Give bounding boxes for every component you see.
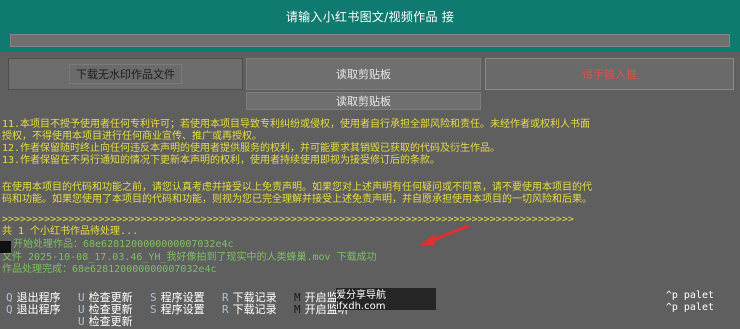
disclaimer-line: 在使用本项目的代码和功能之前，请您认真考虑并接受以上免责声明。如果您对上述声明有… bbox=[2, 182, 592, 193]
manual-input-button[interactable]: 请手输入框 bbox=[485, 58, 734, 90]
url-input[interactable] bbox=[10, 34, 730, 47]
url-prompt-label: 请输入小红书图文/视频作品 接 bbox=[285, 10, 455, 24]
disclaimer-line: 12.作者保留随时终止向任何违反本声明的使用者提供服务的权利，并可能要求其销毁已… bbox=[2, 143, 501, 154]
console-output: 11.本项目不授予使用者任何专利许可；若使用本项目导致专利纠纷或侵权，使用者自行… bbox=[0, 113, 740, 283]
log-line: 作品处理完成：68e628120000000007032e4c bbox=[2, 264, 217, 275]
palette-hint[interactable]: ^p palet bbox=[666, 302, 714, 313]
shortcut-label: 检查更新 bbox=[88, 315, 133, 328]
shortcut-label: 程序设置 bbox=[160, 303, 205, 316]
disclaimer-line: 13.作者保留在不另行通知的情况下更新本声明的权利，使用者持续使用即视为接受修订… bbox=[2, 155, 441, 166]
shortcut-key: U bbox=[78, 315, 85, 328]
shortcut-quit[interactable]: Q 退出程序 bbox=[6, 301, 61, 317]
shortcut-key: M bbox=[294, 303, 301, 316]
log-line: 共 1 个小红书作品待处理... bbox=[2, 226, 139, 237]
shortcut-settings[interactable]: S 程序设置 bbox=[150, 301, 205, 317]
shortcut-key: R bbox=[222, 303, 229, 316]
separator-line: >>>>>>>>>>>>>>>>>>>>>>>>>>>>>>>>>>>>>>>>… bbox=[2, 214, 574, 225]
palette-hint[interactable]: ^p palet bbox=[666, 290, 714, 301]
terminal-cursor-icon bbox=[0, 241, 11, 253]
shortcut-key: Q bbox=[6, 303, 13, 316]
disclaimer-line: 11.本项目不授予使用者任何专利许可；若使用本项目导致专利纠纷或侵权，使用者自行… bbox=[2, 119, 591, 130]
log-line: 开始处理作品：68e6281200000000007032e4c bbox=[13, 239, 234, 250]
shortcut-label: 下载记录 bbox=[232, 303, 277, 316]
read-clipboard-button-2[interactable]: 读取剪贴板 bbox=[246, 92, 481, 110]
shortcut-check-update[interactable]: U 检查更新 bbox=[78, 313, 133, 329]
download-button-label: 下载无水印作品文件 bbox=[69, 64, 182, 84]
disclaimer-line: 码和功能。如果您使用了本项目的代码和功能，则视为您已完全理解并接受上述免责声明，… bbox=[2, 194, 592, 205]
read-clipboard-button[interactable]: 读取剪贴板 bbox=[246, 58, 481, 90]
header-bar: 请输入小红书图文/视频作品 接 bbox=[0, 0, 740, 52]
log-line: 文件 2025-10-08_17.03.46_YH_我好像拍到了现实中的人类蜂巢… bbox=[2, 252, 377, 263]
shortcut-label: 退出程序 bbox=[16, 303, 61, 316]
shortcut-download-record[interactable]: R 下载记录 bbox=[222, 301, 277, 317]
shortcut-key: S bbox=[150, 303, 157, 316]
red-arrow-icon bbox=[420, 224, 470, 245]
watermark: 爱分享导航 ifxdh.com bbox=[336, 288, 436, 312]
download-button[interactable]: 下载无水印作品文件 bbox=[8, 58, 243, 90]
disclaimer-line: 授权，不得使用本项目进行任何商业宣传、推广或再授权。 bbox=[2, 131, 262, 142]
